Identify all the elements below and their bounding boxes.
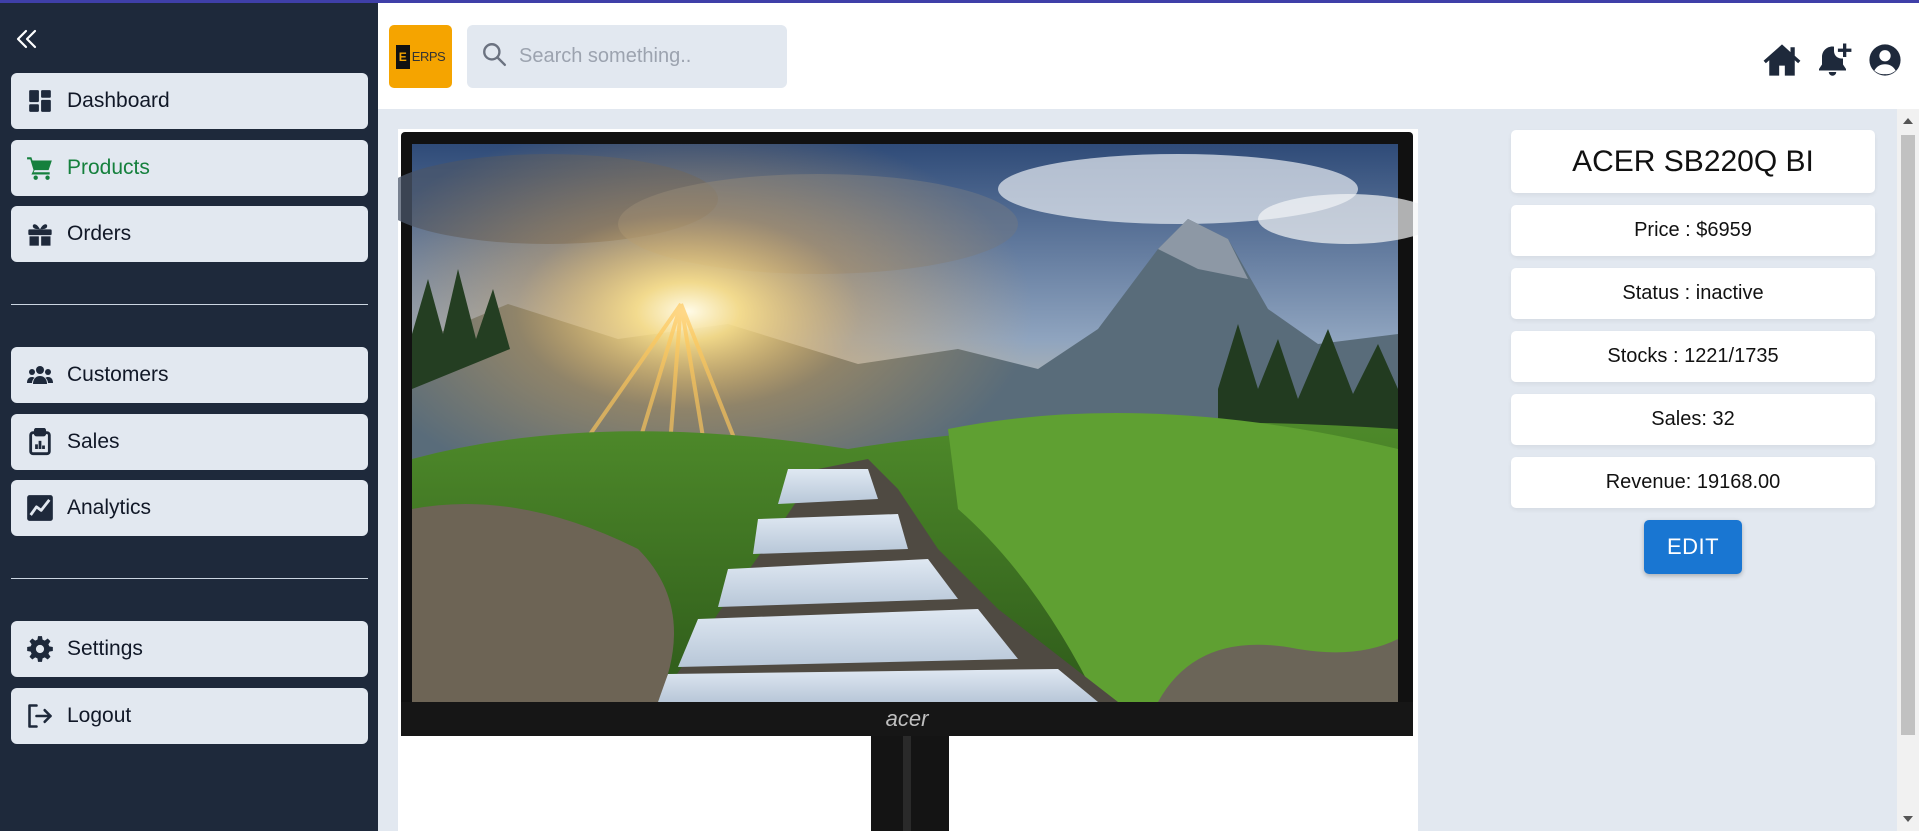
- search-input[interactable]: [519, 45, 769, 68]
- sidebar-item-analytics[interactable]: Analytics: [11, 480, 368, 536]
- sidebar-item-orders[interactable]: Orders: [11, 206, 368, 262]
- users-icon: [25, 360, 55, 390]
- logo-letter: E: [395, 44, 410, 69]
- product-image-monitor: acer: [378, 132, 1438, 831]
- product-details-panel: ACER SB220Q BI Price : $6959 Status : in…: [1511, 130, 1875, 574]
- user-account-icon[interactable]: [1866, 41, 1904, 79]
- collapse-sidebar-icon[interactable]: [12, 24, 42, 54]
- sidebar-item-label: Customers: [67, 363, 169, 386]
- sidebar-item-label: Products: [67, 156, 150, 179]
- search-bar: [467, 25, 787, 88]
- scroll-down-icon[interactable]: [1902, 813, 1914, 825]
- gear-icon: [25, 634, 55, 664]
- product-sales: Sales: 32: [1511, 394, 1875, 445]
- sidebar-item-label: Sales: [67, 430, 120, 453]
- sidebar-item-label: Dashboard: [67, 89, 170, 112]
- sidebar-item-label: Logout: [67, 704, 132, 727]
- gift-icon: [25, 219, 55, 249]
- sidebar-divider: [11, 578, 368, 579]
- home-icon[interactable]: [1763, 41, 1801, 79]
- sidebar-item-products[interactable]: Products: [11, 140, 368, 196]
- clipboard-icon: [25, 427, 55, 457]
- edit-button[interactable]: EDIT: [1644, 520, 1742, 574]
- sidebar: Dashboard Products Orders Customers Sale…: [0, 0, 378, 831]
- sidebar-item-sales[interactable]: Sales: [11, 414, 368, 470]
- product-detail-area: acer ACER SB220Q BI Price : $6959 Status…: [378, 109, 1897, 831]
- notification-add-icon[interactable]: [1815, 41, 1853, 79]
- sidebar-item-logout[interactable]: Logout: [11, 688, 368, 744]
- sidebar-item-customers[interactable]: Customers: [11, 347, 368, 403]
- sidebar-item-label: Orders: [67, 222, 132, 245]
- monitor-brand-label: acer: [886, 706, 930, 731]
- scroll-up-icon[interactable]: [1902, 115, 1914, 127]
- app-logo[interactable]: E ERPS: [389, 25, 452, 88]
- top-header: E ERPS: [378, 3, 1919, 109]
- chart-line-icon: [25, 493, 55, 523]
- scrollbar-thumb[interactable]: [1901, 135, 1915, 735]
- sidebar-item-settings[interactable]: Settings: [11, 621, 368, 677]
- dashboard-icon: [25, 86, 55, 116]
- sidebar-item-label: Settings: [67, 637, 143, 660]
- product-revenue: Revenue: 19168.00: [1511, 457, 1875, 508]
- logout-icon: [25, 701, 55, 731]
- product-status: Status : inactive: [1511, 268, 1875, 319]
- cart-icon: [25, 153, 55, 183]
- logo-text: ERPS: [411, 49, 446, 64]
- search-icon: [481, 41, 507, 72]
- product-price: Price : $6959: [1511, 205, 1875, 256]
- sidebar-item-dashboard[interactable]: Dashboard: [11, 73, 368, 129]
- product-image-card: acer: [378, 129, 1438, 831]
- top-accent-bar: [0, 0, 1919, 3]
- sidebar-item-label: Analytics: [67, 496, 152, 519]
- product-stocks: Stocks : 1221/1735: [1511, 331, 1875, 382]
- sidebar-divider: [11, 304, 368, 305]
- product-name: ACER SB220Q BI: [1511, 130, 1875, 193]
- vertical-scrollbar[interactable]: [1897, 109, 1919, 831]
